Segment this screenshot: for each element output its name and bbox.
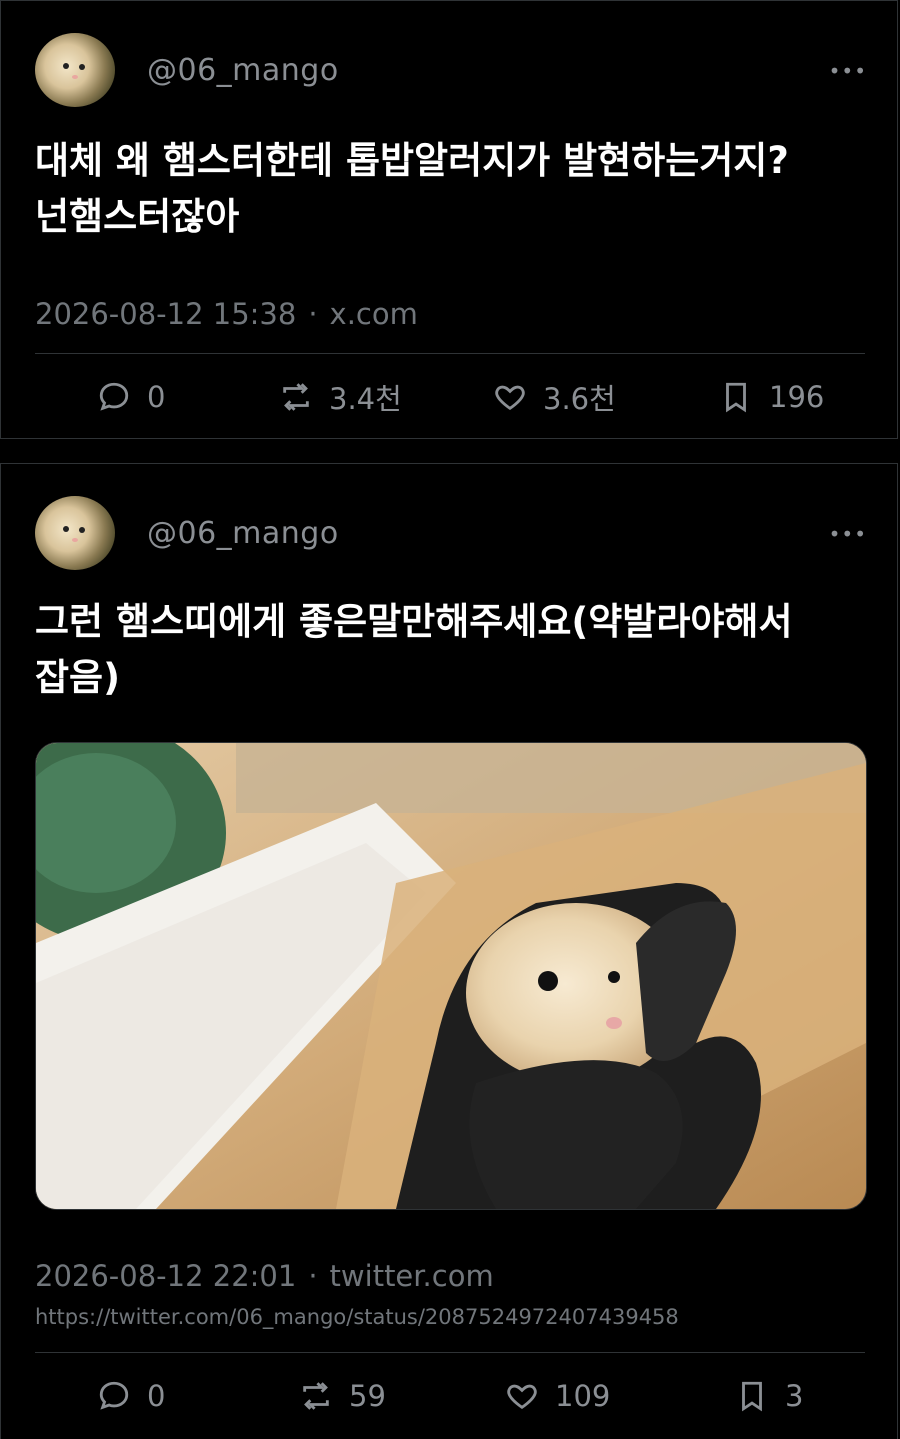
tweet-meta: 2026-08-12 22:01 · twitter.com xyxy=(35,1259,494,1293)
tweet-photo[interactable] xyxy=(35,742,867,1210)
more-options-icon[interactable]: ••• xyxy=(829,522,867,546)
avatar-nose xyxy=(72,538,78,542)
avatar-eye xyxy=(79,64,85,70)
repost-count: 3.4천 xyxy=(329,382,402,416)
tweet-meta: 2026-08-12 15:38 · x.com xyxy=(35,297,418,331)
more-options-icon[interactable]: ••• xyxy=(829,59,867,83)
reply-button[interactable]: 0 xyxy=(97,1376,165,1416)
repost-button[interactable]: 3.4천 xyxy=(279,377,402,417)
hamster-photo-illustration xyxy=(36,743,866,1209)
bookmark-count: 196 xyxy=(769,380,825,414)
bookmark-icon xyxy=(742,1381,762,1412)
reply-count: 0 xyxy=(147,1379,166,1413)
tweet-card[interactable]: @06_mango ••• 그런 햄스띠에게 좋은말만해주세요(약발라야해서 잡… xyxy=(0,463,898,1439)
bookmark-button[interactable]: 196 xyxy=(719,377,824,417)
avatar-nose xyxy=(72,75,78,79)
timestamp: 2026-08-12 15:38 xyxy=(35,297,297,331)
like-button[interactable]: 109 xyxy=(505,1376,610,1416)
reply-icon xyxy=(99,1381,129,1410)
user-handle[interactable]: @06_mango xyxy=(147,53,339,88)
tweet-text: 대체 왜 햄스터한테 톱밥알러지가 발현하는거지? 넌햄스터잖아 xyxy=(35,139,789,238)
tweet-url[interactable]: https://twitter.com/06_mango/status/2087… xyxy=(35,1305,679,1329)
action-bar: 0 3.4천 3.6천 196 xyxy=(1,377,897,417)
avatar[interactable] xyxy=(35,33,115,107)
avatar[interactable] xyxy=(35,496,115,570)
reply-button[interactable]: 0 xyxy=(97,377,165,417)
like-count: 3.6천 xyxy=(543,382,616,416)
source-link[interactable]: twitter.com xyxy=(330,1259,494,1293)
separator-dot: · xyxy=(308,1259,318,1293)
timestamp: 2026-08-12 22:01 xyxy=(35,1259,297,1293)
separator-dot: · xyxy=(308,297,318,331)
reply-icon xyxy=(99,382,129,411)
bookmark-count: 3 xyxy=(785,1379,804,1413)
action-bar: 0 59 109 3 xyxy=(1,1376,897,1416)
heart-icon xyxy=(495,385,525,411)
repost-button[interactable]: 59 xyxy=(299,1376,386,1416)
user-handle[interactable]: @06_mango xyxy=(147,516,339,551)
divider xyxy=(35,353,865,354)
heart-icon xyxy=(507,1384,537,1410)
like-button[interactable]: 3.6천 xyxy=(493,377,616,417)
tweet-header: @06_mango ••• xyxy=(35,33,897,109)
like-count: 109 xyxy=(555,1379,611,1413)
reply-count: 0 xyxy=(147,380,166,414)
bookmark-icon xyxy=(726,382,746,413)
source-link[interactable]: x.com xyxy=(330,297,418,331)
repost-icon xyxy=(303,1382,329,1410)
avatar-eye xyxy=(63,526,69,532)
avatar-eye xyxy=(63,63,69,69)
repost-count: 59 xyxy=(349,1379,386,1413)
bookmark-button[interactable]: 3 xyxy=(735,1376,803,1416)
divider xyxy=(35,1352,865,1353)
tweet-header: @06_mango ••• xyxy=(35,496,897,572)
tweet-text: 그런 햄스띠에게 좋은말만해주세요(약발라야해서 잡음) xyxy=(35,600,793,699)
tweet-card[interactable]: @06_mango ••• 대체 왜 햄스터한테 톱밥알러지가 발현하는거지? … xyxy=(0,0,898,439)
avatar-eye xyxy=(79,527,85,533)
repost-icon xyxy=(283,383,309,411)
